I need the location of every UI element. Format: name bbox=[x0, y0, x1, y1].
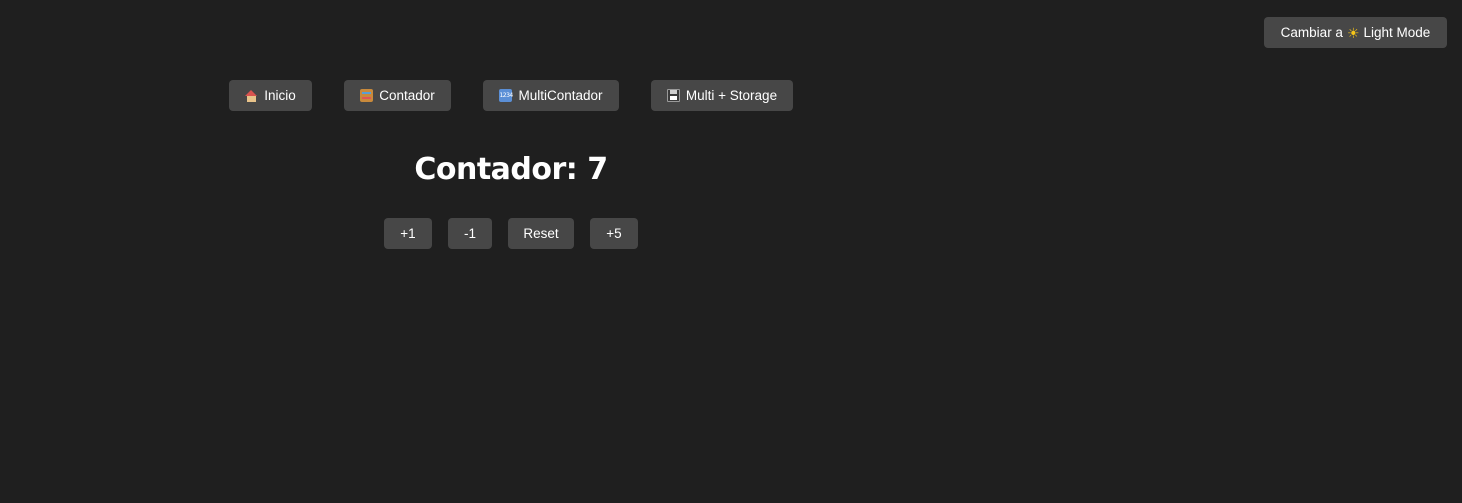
house-icon bbox=[245, 89, 258, 102]
theme-toggle-prefix: Cambiar a bbox=[1280, 25, 1343, 40]
numbers-icon: 1234 bbox=[499, 89, 513, 102]
increment-five-button[interactable]: +5 bbox=[590, 218, 638, 249]
sun-icon: ☀ bbox=[1346, 24, 1360, 41]
nav-inicio-button[interactable]: Inicio bbox=[229, 80, 312, 111]
counter-title: Contador: 7 bbox=[414, 152, 608, 187]
nav-multicontador-button[interactable]: 1234 MultiContador bbox=[483, 80, 619, 111]
nav-inicio-label: Inicio bbox=[264, 88, 296, 103]
app-page: Cambiar a ☀ Light Mode Inicio Contador 1… bbox=[0, 0, 1462, 503]
floppy-disk-icon bbox=[666, 89, 680, 102]
reset-button[interactable]: Reset bbox=[508, 218, 574, 249]
abacus-icon bbox=[360, 89, 374, 102]
theme-toggle-suffix: Light Mode bbox=[1363, 25, 1431, 40]
nav-contador-button[interactable]: Contador bbox=[344, 80, 451, 111]
nav-multicontador-label: MultiContador bbox=[518, 88, 603, 103]
decrement-one-button[interactable]: -1 bbox=[448, 218, 492, 249]
nav-multi-storage-label: Multi + Storage bbox=[685, 88, 778, 103]
theme-toggle-button[interactable]: Cambiar a ☀ Light Mode bbox=[1264, 17, 1447, 48]
nav-contador-label: Contador bbox=[379, 88, 435, 103]
increment-one-button[interactable]: +1 bbox=[384, 218, 432, 249]
nav-multi-storage-button[interactable]: Multi + Storage bbox=[651, 80, 793, 111]
